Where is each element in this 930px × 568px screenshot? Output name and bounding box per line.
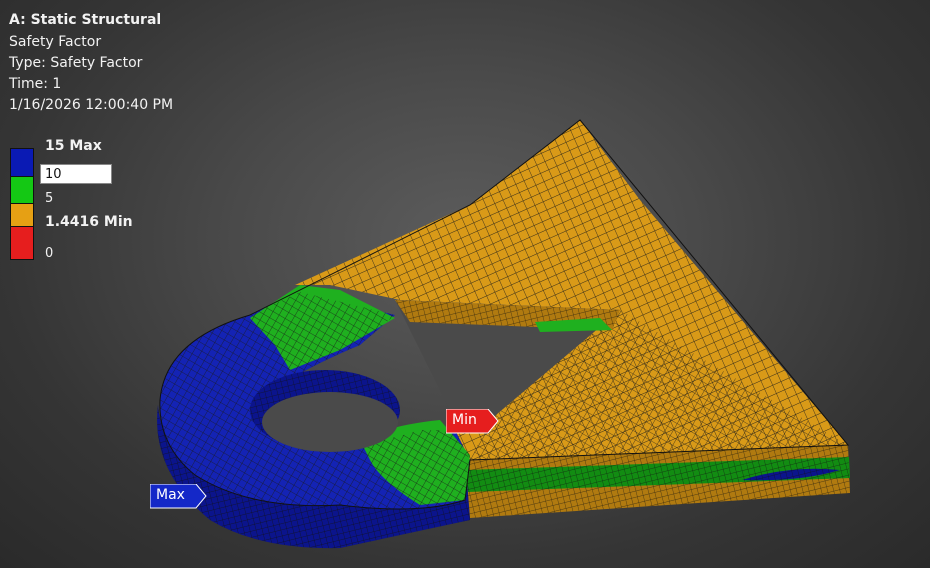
graphics-viewport[interactable]: A: Static Structural Safety Factor Type:… xyxy=(0,0,930,568)
min-probe-label: Min xyxy=(452,412,477,428)
max-probe-label: Max xyxy=(156,487,185,503)
model-render[interactable] xyxy=(0,0,930,568)
